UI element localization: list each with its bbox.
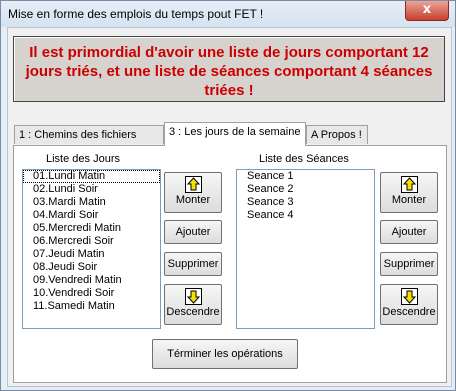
seances-listbox[interactable]: Seance 1 Seance 2 Seance 3 Seance 4 [236,169,375,329]
button-label: Descendre [166,306,220,318]
list-item[interactable]: Seance 2 [237,183,374,196]
tab-a-propos[interactable]: A Propos ! [306,125,368,144]
button-label: Supprimer [383,258,435,270]
jours-list-header: Liste des Jours [46,153,120,165]
tab-chemins-csv[interactable]: 1 : Chemins des fichiers CSV [14,125,164,159]
warning-banner: Il est primordial d'avoir une liste de j… [13,36,445,102]
button-label: Descendre [382,306,436,318]
seances-descendre-button[interactable]: Descendre [380,284,438,325]
window-title: Mise en forme des emplois du temps pout … [8,7,264,21]
button-label: Supprimer [167,258,219,270]
arrow-down-icon [400,288,418,305]
list-item[interactable]: Seance 1 [237,170,374,183]
tab-page-jours: Liste des Jours 01.Lundi Matin 02.Lundi S… [13,145,447,383]
list-item[interactable]: 09.Vendredi Matin [23,274,160,287]
seances-ajouter-button[interactable]: Ajouter [380,220,438,244]
button-label: Ajouter [391,226,427,238]
list-item[interactable]: Seance 3 [237,196,374,209]
arrow-up-icon [184,176,202,193]
seances-list-header: Liste des Séances [259,153,349,165]
button-label: Ajouter [175,226,211,238]
terminer-operations-button[interactable]: Términer les opérations [152,339,298,369]
jours-supprimer-button[interactable]: Supprimer [164,252,222,276]
list-item[interactable]: 06.Mercredi Soir [23,235,160,248]
list-item[interactable]: 04.Mardi Soir [23,209,160,222]
list-item[interactable]: 08.Jeudi Soir [23,261,160,274]
jours-ajouter-button[interactable]: Ajouter [164,220,222,244]
list-item[interactable]: 01.Lundi Matin [23,170,160,183]
close-button[interactable]: x [405,1,449,21]
client-area: Il est primordial d'avoir une liste de j… [7,27,452,387]
tab-label: 3 : Les jours de la semaine [169,126,301,138]
warning-text: Il est primordial d'avoir une liste de j… [25,44,433,99]
button-label: Monter [391,194,427,206]
jours-monter-button[interactable]: Monter [164,172,222,213]
list-item[interactable]: 02.Lundi Soir [23,183,160,196]
tab-jours-semaine[interactable]: 3 : Les jours de la semaine [164,122,306,146]
button-label: Términer les opérations [167,348,283,360]
list-item[interactable]: 05.Mercredi Matin [23,222,160,235]
title-bar: Mise en forme des emplois du temps pout … [1,1,455,27]
button-label: Monter [175,194,211,206]
list-item[interactable]: 03.Mardi Matin [23,196,160,209]
arrow-up-icon [400,176,418,193]
jours-descendre-button[interactable]: Descendre [164,284,222,325]
seances-monter-button[interactable]: Monter [380,172,438,213]
jours-listbox[interactable]: 01.Lundi Matin 02.Lundi Soir 03.Mardi Mati… [22,169,161,329]
list-item[interactable]: 10.Vendredi Soir [23,287,160,300]
list-item[interactable]: 11.Samedi Matin [23,300,160,313]
list-item[interactable]: Seance 4 [237,209,374,222]
seances-supprimer-button[interactable]: Supprimer [380,252,438,276]
arrow-down-icon [184,288,202,305]
list-item[interactable]: 07.Jeudi Matin [23,248,160,261]
main-window: Mise en forme des emplois du temps pout … [0,0,456,391]
tab-label: A Propos ! [311,129,362,141]
